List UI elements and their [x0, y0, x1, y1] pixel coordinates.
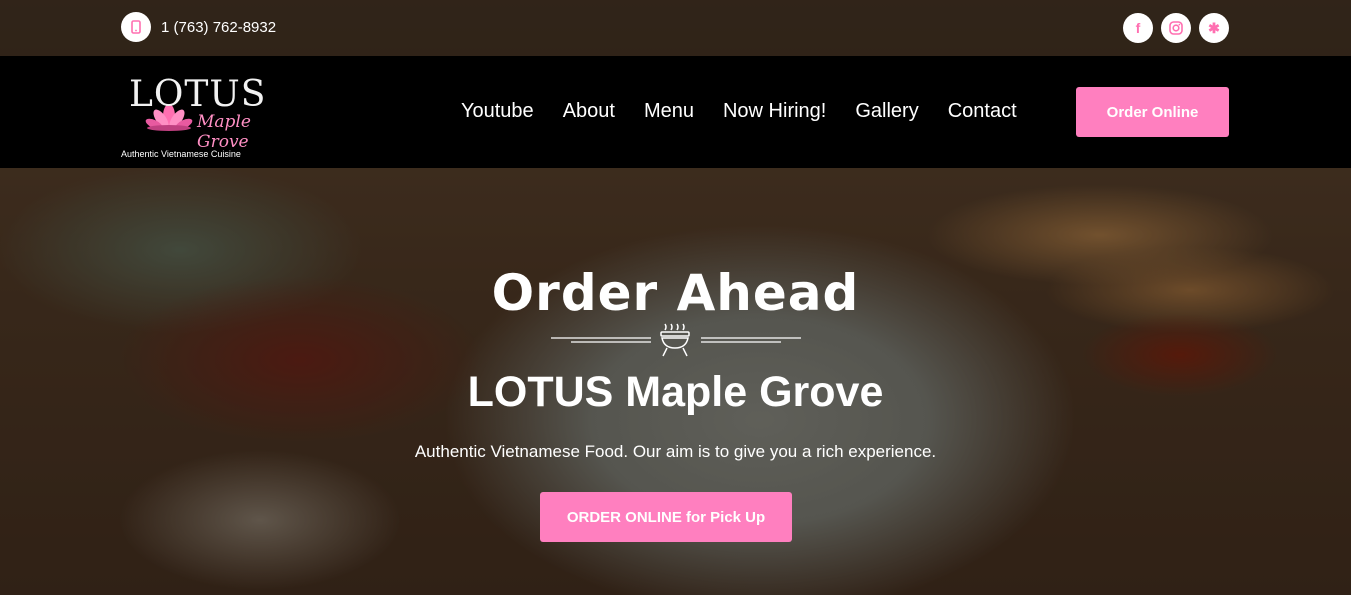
- nav-item-contact[interactable]: Contact: [948, 100, 1017, 123]
- logo[interactable]: LOTUS Maple Grove: [121, 74, 301, 152]
- top-bar: 1 (763) 762-8932 f ✱: [0, 0, 1351, 56]
- logo-subtext: Maple Grove: [197, 112, 251, 152]
- logo-text: LOTUS: [129, 74, 267, 115]
- hero-section: Order Ahead LOTUS Maple Grove Authentic …: [0, 168, 1351, 595]
- social-links: f ✱: [1123, 13, 1229, 43]
- nav-item-youtube[interactable]: Youtube: [461, 100, 534, 123]
- facebook-icon[interactable]: f: [1123, 13, 1153, 43]
- nav-item-gallery[interactable]: Gallery: [855, 100, 918, 123]
- hero-script-title: Order Ahead: [491, 264, 860, 322]
- order-online-pickup-button[interactable]: ORDER ONLINE for Pick Up: [540, 492, 792, 542]
- main-navbar: LOTUS Maple Grove Authentic Vietnamese C…: [0, 56, 1351, 168]
- nav-item-about[interactable]: About: [563, 100, 615, 123]
- nav-item-now-hiring[interactable]: Now Hiring!: [723, 100, 826, 123]
- main-nav: Youtube About Menu Now Hiring! Gallery C…: [461, 100, 1017, 123]
- instagram-icon[interactable]: [1161, 13, 1191, 43]
- nav-item-menu[interactable]: Menu: [644, 100, 694, 123]
- hero-title: LOTUS Maple Grove: [467, 368, 884, 416]
- phone-icon: [121, 12, 151, 42]
- order-online-button[interactable]: Order Online: [1076, 87, 1229, 137]
- hero-subtitle: Authentic Vietnamese Food. Our aim is to…: [414, 442, 937, 461]
- phone-contact[interactable]: 1 (763) 762-8932: [121, 12, 276, 42]
- tagline: Authentic Vietnamese Cuisine: [121, 149, 241, 159]
- yelp-icon[interactable]: ✱: [1199, 13, 1229, 43]
- phone-number[interactable]: 1 (763) 762-8932: [161, 19, 276, 36]
- grill-divider-icon: [551, 322, 801, 358]
